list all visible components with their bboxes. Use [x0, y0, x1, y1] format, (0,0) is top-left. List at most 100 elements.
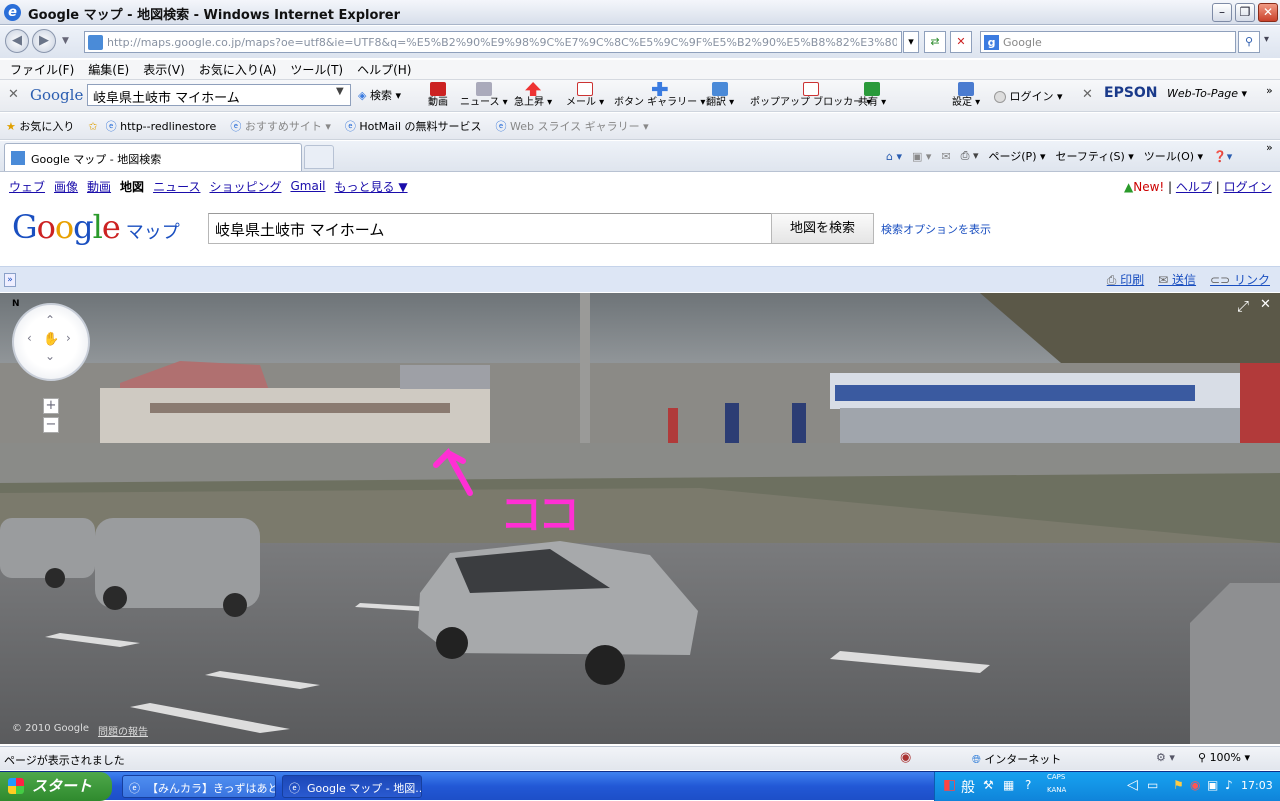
feeds-icon[interactable]: ▣ ▾: [912, 150, 931, 163]
zoom-in-button[interactable]: +: [43, 398, 59, 414]
ime-icon[interactable]: ◧: [943, 777, 956, 793]
history-dropdown-icon[interactable]: ▼: [62, 36, 69, 46]
toolbar-popup-blocker[interactable]: ポップアップ ブロッカー ▾: [750, 82, 871, 108]
send-link[interactable]: ✉ 送信: [1158, 271, 1196, 288]
menu-favorites[interactable]: お気に入り(A): [199, 61, 277, 78]
tray-security-icon[interactable]: ◉: [1190, 778, 1200, 792]
privacy-icon[interactable]: ◉: [900, 750, 911, 765]
nav-images[interactable]: 画像: [54, 178, 78, 195]
toolbar-translate[interactable]: 翻訳 ▾: [706, 82, 734, 108]
refresh-icon[interactable]: ⇄: [924, 31, 946, 53]
fav-item-redlinestore[interactable]: ⓔ http--redlinestore: [106, 118, 217, 134]
mail-icon[interactable]: ✉: [941, 150, 950, 163]
maps-search-input[interactable]: 岐阜県土岐市 マイホーム: [208, 213, 772, 244]
cmd-tools[interactable]: ツール(O) ▾: [1144, 148, 1203, 164]
add-favorite-icon[interactable]: ✩: [88, 120, 97, 133]
address-bar[interactable]: http://maps.google.co.jp/maps?oe=utf8&ie…: [84, 31, 902, 53]
search-options-icon[interactable]: ▾: [1264, 34, 1269, 45]
tray-volume-icon[interactable]: ♪: [1225, 778, 1233, 792]
menu-edit[interactable]: 編集(E): [88, 61, 129, 78]
print-link[interactable]: ⎙ 印刷: [1107, 271, 1144, 288]
tray-network-icon[interactable]: ▣: [1207, 778, 1218, 792]
taskbar-item-minkara[interactable]: ⓔ 【みんカラ】きっずはあと...: [122, 775, 276, 798]
taskbar-item-google-maps[interactable]: ⓔ Google マップ - 地図...: [282, 775, 422, 798]
toolbar-overflow-icon[interactable]: »: [1266, 84, 1273, 97]
print-icon[interactable]: ⎙ ▾: [961, 149, 979, 163]
help-icon[interactable]: ❓▾: [1213, 150, 1232, 163]
toolbar-mail[interactable]: メール ▾: [566, 82, 604, 108]
toolbar-share[interactable]: 共有 ▾: [858, 82, 886, 108]
toolbar-search-input[interactable]: 岐阜県土岐市 マイホーム: [87, 84, 351, 106]
ime-mode[interactable]: 般: [961, 777, 975, 797]
toolbar-settings[interactable]: 設定 ▾: [952, 82, 980, 108]
web-to-page-button[interactable]: Web-To-Page ▾: [1167, 87, 1247, 100]
nav-news[interactable]: ニュース: [153, 178, 200, 195]
menu-help[interactable]: ヘルプ(H): [357, 61, 411, 78]
maximize-button[interactable]: ❐: [1235, 3, 1255, 22]
address-dropdown-icon[interactable]: ▾: [903, 31, 919, 53]
toolbar-close-icon[interactable]: ✕: [8, 87, 19, 102]
link-link[interactable]: ⊂⊃ リンク: [1210, 271, 1270, 288]
street-view-close-icon[interactable]: ✕: [1260, 297, 1271, 312]
pan-left-icon[interactable]: ‹: [27, 331, 32, 345]
nav-shopping[interactable]: ショッピング: [209, 178, 281, 195]
google-maps-logo[interactable]: Google マップ: [12, 208, 180, 246]
nav-maps[interactable]: 地図: [120, 178, 144, 195]
tray-package-icon[interactable]: ▦: [1003, 778, 1014, 792]
menu-tools[interactable]: ツール(T): [290, 61, 343, 78]
maps-search-button[interactable]: 地図を検索: [771, 213, 874, 244]
compass-control[interactable]: N ⌃ ⌄ ‹ › ✋: [12, 299, 90, 381]
zoom-level[interactable]: ⚲ 100% ▾: [1198, 751, 1250, 764]
search-go-icon[interactable]: ⚲: [1238, 31, 1260, 53]
help-link[interactable]: ヘルプ: [1176, 180, 1212, 194]
home-icon[interactable]: ⌂ ▾: [886, 150, 902, 163]
street-view[interactable]: ココ N ⌃ ⌄ ‹ › ✋ + − ⤢ ✕ © 2010 Google 問題の…: [0, 293, 1280, 744]
stop-icon[interactable]: ✕: [950, 31, 972, 53]
cmd-safety[interactable]: セーフティ(S) ▾: [1056, 148, 1134, 164]
start-button[interactable]: スタート: [0, 772, 112, 801]
tray-flag-icon[interactable]: ⚑: [1173, 778, 1184, 792]
menu-view[interactable]: 表示(V): [143, 61, 185, 78]
advanced-search-link[interactable]: 検索オプションを表示: [881, 221, 991, 237]
pan-down-icon[interactable]: ⌄: [45, 349, 55, 363]
tray-monitor-icon[interactable]: ▭: [1147, 778, 1158, 792]
nav-web[interactable]: ウェブ: [9, 178, 45, 195]
search-box[interactable]: g Google: [980, 31, 1236, 53]
minimize-button[interactable]: –: [1212, 3, 1232, 22]
toolbar-video[interactable]: 動画: [428, 82, 448, 108]
login-link[interactable]: ログイン: [1224, 180, 1272, 194]
cmd-page[interactable]: ページ(P) ▾: [988, 148, 1045, 164]
new-badge[interactable]: New!: [1133, 180, 1164, 194]
toolbar-trending[interactable]: 急上昇 ▾: [514, 82, 552, 108]
toolbar-login[interactable]: ログイン ▾: [994, 88, 1063, 104]
cmdbar-overflow-icon[interactable]: »: [1266, 141, 1273, 154]
nav-video[interactable]: 動画: [87, 178, 111, 195]
zoom-out-button[interactable]: −: [43, 417, 59, 433]
nav-gmail[interactable]: Gmail: [290, 179, 325, 193]
tray-back-icon[interactable]: ◁: [1127, 777, 1138, 793]
panel-toggle-icon[interactable]: »: [4, 272, 16, 287]
forward-button[interactable]: ▶: [32, 29, 56, 53]
toolbar-news[interactable]: ニュース ▾: [460, 82, 508, 108]
menu-file[interactable]: ファイル(F): [10, 61, 74, 78]
pan-right-icon[interactable]: ›: [66, 331, 71, 345]
fav-item-recommended[interactable]: ⓔ おすすめサイト ▾: [230, 118, 331, 134]
fav-item-web-slice[interactable]: ⓔ Web スライス ギャラリー ▾: [496, 118, 649, 134]
tab-google-maps[interactable]: Google マップ - 地図検索: [4, 143, 302, 171]
report-problem-link[interactable]: 問題の報告: [98, 723, 148, 738]
nav-more[interactable]: もっと見る ▼: [335, 178, 408, 195]
toolbar-search-button[interactable]: ◈ 検索 ▾: [358, 87, 401, 103]
toolbar-button-gallery[interactable]: ボタン ギャラリー ▾: [614, 82, 705, 108]
new-tab-button[interactable]: [304, 145, 334, 169]
fav-item-hotmail[interactable]: ⓔ HotMail の無料サービス: [345, 118, 482, 134]
back-button[interactable]: ◀: [5, 29, 29, 53]
protected-mode-icon[interactable]: ⚙ ▾: [1156, 751, 1175, 764]
tray-help-icon[interactable]: ?: [1025, 778, 1031, 792]
toolbar-search-dropdown-icon[interactable]: ▼: [336, 86, 344, 97]
favorites-button[interactable]: ★ お気に入り: [6, 118, 74, 134]
tray-tools-icon[interactable]: ⚒: [983, 778, 994, 792]
fullscreen-icon[interactable]: ⤢: [1237, 297, 1249, 315]
epson-close-icon[interactable]: ✕: [1082, 87, 1093, 102]
pan-up-icon[interactable]: ⌃: [45, 313, 55, 327]
close-button[interactable]: ✕: [1258, 3, 1278, 22]
